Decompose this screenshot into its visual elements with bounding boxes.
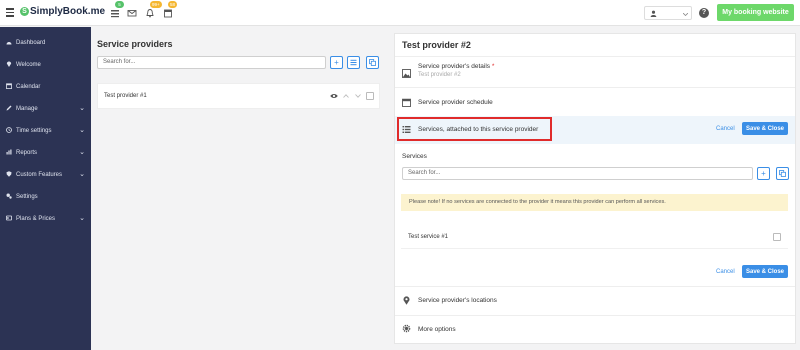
list-icon xyxy=(350,59,357,66)
sidebar-item-welcome[interactable]: Welcome xyxy=(0,55,91,75)
chevron-down-icon: ⌄ xyxy=(79,149,85,156)
help-icon[interactable]: ? xyxy=(699,8,709,18)
services-section-label: Services, attached to this service provi… xyxy=(418,126,539,133)
dashboard-icon xyxy=(6,42,12,45)
sidebar-item-time-settings[interactable]: Time settings ⌄ xyxy=(0,121,91,141)
services-section-header[interactable]: Services, attached to this service provi… xyxy=(395,116,795,144)
sidebar-item-settings[interactable]: Settings xyxy=(0,187,91,207)
notifications-badge: 99+ xyxy=(150,1,162,8)
provider-edit-title: Test provider #2 xyxy=(402,40,471,50)
copy-icon xyxy=(779,170,786,177)
chevron-down-icon[interactable] xyxy=(355,94,361,98)
required-marker: * xyxy=(491,63,495,70)
eye-icon[interactable] xyxy=(330,93,338,99)
chevron-down-icon xyxy=(683,13,688,16)
service-name: Test service #1 xyxy=(408,234,449,240)
gear-icon xyxy=(402,324,411,333)
service-row[interactable]: Test service #1 xyxy=(401,225,788,249)
copy-service-button[interactable] xyxy=(776,167,789,180)
sidebar-item-reports[interactable]: Reports ⌄ xyxy=(0,143,91,163)
chevron-down-icon: ⌄ xyxy=(79,215,85,222)
provider-details-section[interactable]: Service provider's details * Test provid… xyxy=(395,60,795,84)
list-view-button[interactable] xyxy=(347,56,360,69)
services-heading: Services xyxy=(402,153,427,160)
provider-locations-section[interactable]: Service provider's locations xyxy=(395,290,795,312)
calendar-icon xyxy=(402,98,411,107)
provider-search-input[interactable]: Search for... xyxy=(97,56,326,69)
image-icon xyxy=(402,69,411,78)
more-options-section[interactable]: More options xyxy=(395,318,795,340)
chevron-down-icon: ⌄ xyxy=(79,105,85,112)
add-service-button[interactable]: + xyxy=(757,167,770,180)
sidebar-item-calendar[interactable]: Calendar xyxy=(0,77,91,97)
map-pin-icon xyxy=(403,296,410,305)
shield-icon xyxy=(6,171,12,177)
provider-details-label: Service provider's details xyxy=(418,63,491,70)
provider-schedule-label: Service provider schedule xyxy=(418,99,493,106)
more-options-label: More options xyxy=(418,326,456,333)
provider-row[interactable]: Test provider #1 xyxy=(97,83,380,109)
chevron-up-icon[interactable] xyxy=(343,94,349,98)
calendar-top-icon[interactable]: 58 xyxy=(163,1,178,18)
mail-icon[interactable] xyxy=(127,8,137,18)
service-checkbox[interactable] xyxy=(773,233,781,241)
bell-icon[interactable]: 99+ xyxy=(145,1,162,18)
services-note: Please note! If no services are connecte… xyxy=(401,194,788,211)
save-close-button-bottom[interactable]: Save & Close xyxy=(742,265,788,278)
top-bar: S SimplyBook.me 5 99+ 58 ? My booking web… xyxy=(0,0,800,26)
sidebar: Dashboard Welcome Calendar Manage ⌄ Time … xyxy=(0,27,91,350)
id-card-icon xyxy=(6,215,12,221)
calendar-icon xyxy=(6,83,12,90)
user-icon xyxy=(650,10,657,17)
tasks-badge: 5 xyxy=(115,1,124,8)
tasks-icon[interactable]: 5 xyxy=(110,1,124,18)
cancel-link-bottom[interactable]: Cancel xyxy=(716,269,735,275)
clock-icon xyxy=(6,127,12,133)
bar-chart-icon xyxy=(6,149,12,155)
sidebar-item-custom-features[interactable]: Custom Features ⌄ xyxy=(0,165,91,185)
menu-icon[interactable] xyxy=(6,8,14,17)
list-icon xyxy=(402,126,411,133)
copy-button[interactable] xyxy=(366,56,379,69)
provider-checkbox[interactable] xyxy=(366,92,374,100)
add-provider-button[interactable]: + xyxy=(330,56,343,69)
provider-schedule-section[interactable]: Service provider schedule xyxy=(395,90,795,114)
gears-icon xyxy=(6,193,12,199)
pencil-icon xyxy=(6,105,12,111)
copy-icon xyxy=(369,59,376,66)
provider-name: Test provider #1 xyxy=(104,93,147,99)
save-close-button[interactable]: Save & Close xyxy=(742,122,788,135)
provider-edit-panel: Test provider #2 Service provider's deta… xyxy=(394,33,796,344)
map-pin-icon xyxy=(6,61,12,67)
my-booking-website-button[interactable]: My booking website xyxy=(717,4,794,21)
chevron-down-icon: ⌄ xyxy=(79,171,85,178)
chevron-down-icon: ⌄ xyxy=(79,127,85,134)
provider-locations-label: Service provider's locations xyxy=(418,297,497,304)
sidebar-item-manage[interactable]: Manage ⌄ xyxy=(0,99,91,119)
service-search-input[interactable]: Search for... xyxy=(402,167,753,180)
app-logo[interactable]: S SimplyBook.me xyxy=(20,6,105,17)
cancel-link[interactable]: Cancel xyxy=(716,126,735,132)
user-menu[interactable] xyxy=(644,6,692,20)
provider-name-input[interactable]: Test provider #2 xyxy=(418,72,461,78)
calendar-badge: 58 xyxy=(168,1,178,8)
sidebar-item-dashboard[interactable]: Dashboard xyxy=(0,33,91,53)
sidebar-item-plans-prices[interactable]: Plans & Prices ⌄ xyxy=(0,209,91,229)
service-providers-title: Service providers xyxy=(97,39,173,49)
